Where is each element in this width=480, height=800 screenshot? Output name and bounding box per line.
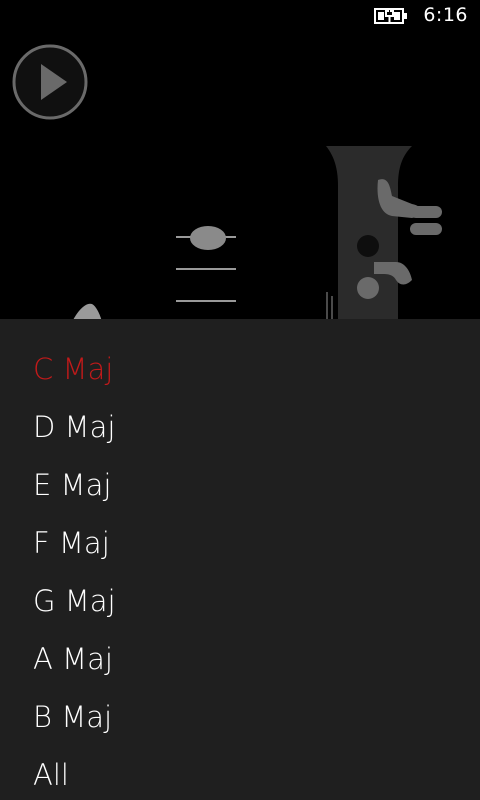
scale-item-b-maj[interactable]: B Maj <box>33 692 112 742</box>
status-clock: 6:16 <box>423 4 468 26</box>
app-screen: 6:16 C Maj D Maj E Maj F Maj G Maj A Maj… <box>0 0 480 800</box>
scale-item-c-maj[interactable]: C Maj <box>33 344 113 394</box>
scale-item-e-maj[interactable]: E Maj <box>33 460 111 510</box>
battery-charging-icon <box>374 8 407 24</box>
music-note-graphic <box>176 226 236 302</box>
scale-item-a-maj[interactable]: A Maj <box>33 634 113 684</box>
scale-picker-list: C Maj D Maj E Maj F Maj G Maj A Maj B Ma… <box>0 319 480 800</box>
scale-item-f-maj[interactable]: F Maj <box>33 518 110 568</box>
scale-item-d-maj[interactable]: D Maj <box>33 402 115 452</box>
scale-item-all[interactable]: All <box>33 750 69 800</box>
play-button[interactable] <box>12 44 88 120</box>
scale-item-g-maj[interactable]: G Maj <box>33 576 116 626</box>
status-bar: 6:16 <box>0 0 480 32</box>
saxophone-graphic <box>326 146 442 322</box>
